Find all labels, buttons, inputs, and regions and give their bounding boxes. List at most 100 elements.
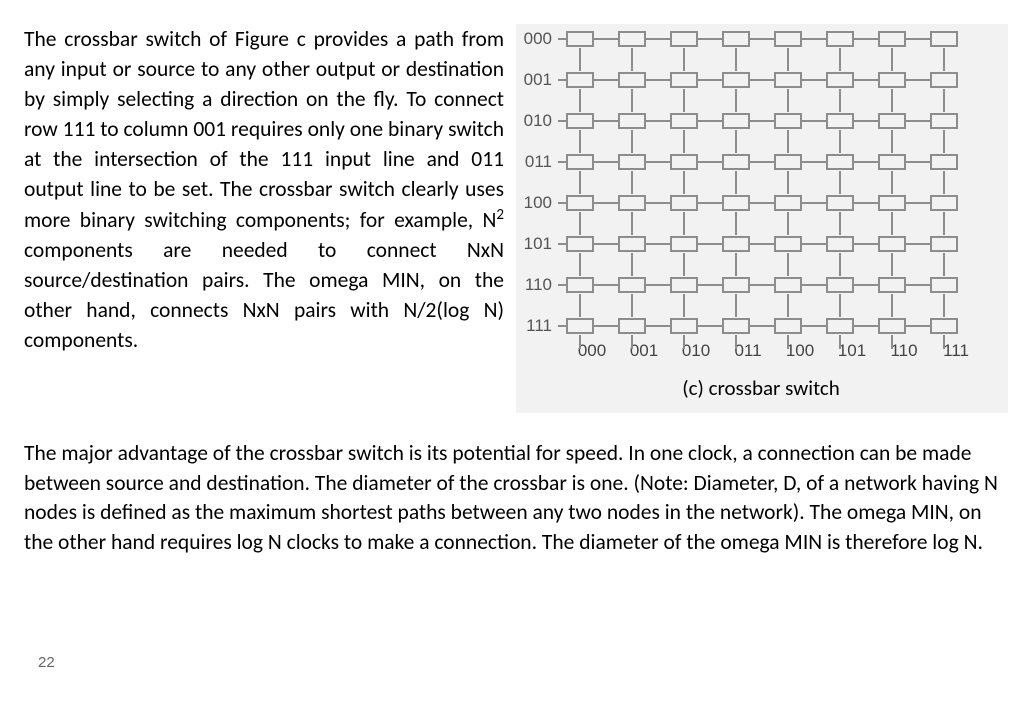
horizontal-connector [646, 161, 670, 163]
horizontal-connector [854, 79, 878, 81]
switch-node [670, 72, 698, 88]
paragraph-2: The major advantage of the crossbar swit… [24, 439, 1004, 558]
figure-caption: (c) crossbar switch [522, 375, 1000, 401]
switch-node [878, 154, 906, 170]
switch-node [670, 154, 698, 170]
switch-node [826, 31, 854, 47]
switch-node [930, 195, 958, 211]
horizontal-connector [750, 325, 774, 327]
para1-text-b: components are needed to connect NxN sou… [24, 237, 504, 353]
horizontal-connector [906, 161, 930, 163]
switch-node [566, 72, 594, 88]
switch-node [670, 236, 698, 252]
grid-row: 101 [522, 235, 1000, 253]
row-stub [558, 161, 566, 163]
horizontal-connector [646, 243, 670, 245]
column-label: 001 [618, 341, 670, 361]
grid-row: 001 [522, 71, 1000, 89]
switch-node [670, 113, 698, 129]
paragraph-1: The crossbar switch of Figure c provides… [24, 24, 504, 355]
column-label: 011 [722, 341, 774, 361]
switch-node [826, 236, 854, 252]
grid-row: 000 [522, 30, 1000, 48]
top-section: The crossbar switch of Figure c provides… [24, 24, 1008, 413]
switch-node [774, 195, 802, 211]
switch-node [722, 31, 750, 47]
switch-node [618, 72, 646, 88]
horizontal-connector [750, 38, 774, 40]
row-label: 100 [522, 193, 552, 213]
row-label: 101 [522, 234, 552, 254]
horizontal-connector [698, 284, 722, 286]
switch-node [930, 72, 958, 88]
crossbar-figure: 000001010011100101110111 000001010011100… [516, 24, 1008, 413]
switch-node [878, 113, 906, 129]
horizontal-connector [854, 325, 878, 327]
horizontal-connector [802, 284, 826, 286]
horizontal-connector [594, 38, 618, 40]
switch-node [722, 236, 750, 252]
switch-node [566, 318, 594, 334]
horizontal-connector [750, 161, 774, 163]
row-stub [558, 284, 566, 286]
switch-node [878, 277, 906, 293]
horizontal-connector [646, 120, 670, 122]
column-labels: 000001010011100101110111 [566, 341, 1000, 361]
page-number: 22 [38, 654, 55, 671]
horizontal-connector [646, 202, 670, 204]
horizontal-connector [594, 325, 618, 327]
switch-node [722, 113, 750, 129]
horizontal-connector [646, 79, 670, 81]
switch-node [774, 31, 802, 47]
horizontal-connector [802, 325, 826, 327]
switch-node [722, 72, 750, 88]
switch-node [774, 72, 802, 88]
switch-node [878, 31, 906, 47]
switch-node [826, 154, 854, 170]
switch-node [774, 236, 802, 252]
switch-node [670, 277, 698, 293]
row-stub [558, 325, 566, 327]
switch-node [878, 195, 906, 211]
switch-node [566, 154, 594, 170]
row-stub [558, 79, 566, 81]
switch-node [670, 318, 698, 334]
grid-wrap: 000001010011100101110111 000001010011100… [522, 30, 1000, 361]
horizontal-connector [854, 161, 878, 163]
column-label: 110 [878, 341, 930, 361]
switch-node [930, 236, 958, 252]
column-label: 010 [670, 341, 722, 361]
horizontal-connector [802, 243, 826, 245]
grid-row: 111 [522, 317, 1000, 335]
horizontal-connector [802, 38, 826, 40]
horizontal-connector [854, 120, 878, 122]
switch-node [670, 31, 698, 47]
switch-node [930, 277, 958, 293]
switch-node [618, 31, 646, 47]
column-label: 111 [930, 341, 982, 361]
switch-node [722, 154, 750, 170]
row-stub [558, 202, 566, 204]
horizontal-connector [750, 120, 774, 122]
switch-node [878, 236, 906, 252]
horizontal-connector [854, 38, 878, 40]
row-label: 111 [522, 316, 552, 336]
row-label: 011 [522, 152, 552, 172]
horizontal-connector [750, 284, 774, 286]
switch-node [774, 154, 802, 170]
horizontal-connector [646, 38, 670, 40]
row-stub [558, 243, 566, 245]
switch-node [774, 318, 802, 334]
horizontal-connector [854, 243, 878, 245]
switch-node [618, 195, 646, 211]
switch-node [826, 195, 854, 211]
switch-node [722, 318, 750, 334]
switch-node [930, 113, 958, 129]
switch-node [618, 236, 646, 252]
row-label: 110 [522, 275, 552, 295]
switch-node [566, 31, 594, 47]
row-stub [558, 38, 566, 40]
horizontal-connector [698, 161, 722, 163]
switch-node [878, 318, 906, 334]
switch-node [774, 277, 802, 293]
